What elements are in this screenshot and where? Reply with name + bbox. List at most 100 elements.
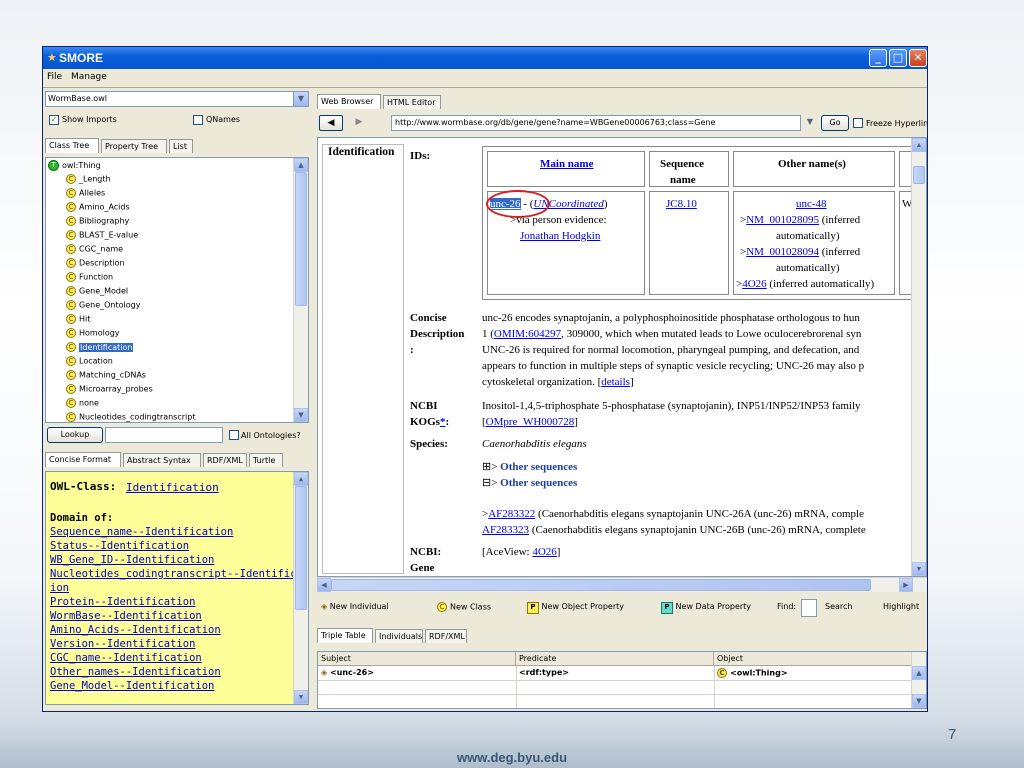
genbank-link[interactable]: AF283322 (488, 508, 535, 520)
tab-html-editor[interactable]: HTML Editor (383, 95, 441, 109)
omim-link[interactable]: OMIM:604297 (494, 328, 561, 340)
collapse-icon[interactable]: ⊟> (482, 477, 500, 489)
tree-item[interactable]: C Nucleotides_codingtranscript (66, 412, 195, 422)
other-sequences-toggle[interactable]: ⊞> Other sequences (482, 460, 577, 473)
all-ontologies-checkbox[interactable] (229, 430, 239, 440)
other-name-link[interactable]: NM_001028094 (746, 246, 819, 258)
table-row[interactable]: ◈ <unc-26> (321, 668, 374, 677)
domain-link[interactable]: Protein--Identification (50, 596, 195, 608)
minimize-button[interactable]: _ (869, 49, 887, 67)
find-input[interactable] (801, 599, 817, 617)
tab-abstract-syntax[interactable]: Abstract Syntax (123, 453, 201, 467)
go-button[interactable]: Go (821, 115, 849, 131)
domain-link[interactable]: Gene_Model--Identification (50, 680, 214, 692)
tree-scrollbar[interactable]: ▲ ▼ (293, 158, 308, 422)
tree-item[interactable]: C Description (66, 258, 125, 272)
domain-link[interactable]: Other_names--Identification (50, 666, 221, 678)
ontology-select[interactable]: WormBase.owl ▼ (45, 91, 309, 107)
other-name-link[interactable]: NM_001028095 (746, 214, 819, 226)
chevron-down-icon[interactable]: ▼ (293, 92, 308, 106)
tab-rdf-xml[interactable]: RDF/XML (203, 453, 247, 467)
tree-item[interactable]: C Function (66, 272, 113, 286)
new-individual-button[interactable]: ◈ New Individual (321, 602, 389, 611)
predicate-cell[interactable]: <rdf:type> (519, 668, 569, 677)
person-link[interactable]: Jonathan Hodgkin (520, 230, 600, 242)
tree-item[interactable]: C Gene_Model (66, 286, 128, 300)
scroll-down-icon[interactable]: ▼ (294, 690, 308, 704)
domain-link[interactable]: WB_Gene_ID--Identification (50, 554, 214, 566)
object-header[interactable]: Object (714, 652, 914, 666)
scroll-up-icon[interactable]: ▲ (912, 666, 926, 680)
triple-scrollbar[interactable]: ▲ ▼ (911, 652, 926, 708)
chevron-down-icon[interactable]: ▼ (803, 115, 817, 129)
domain-link[interactable]: Status--Identification (50, 540, 189, 552)
tab-individuals[interactable]: Individuals (375, 629, 423, 643)
web-horizontal-scrollbar[interactable]: ◀ ▶ (317, 577, 927, 592)
domain-link[interactable]: Version--Identification (50, 638, 195, 650)
back-button[interactable]: ◀ (319, 115, 343, 131)
scroll-thumb[interactable] (913, 166, 925, 184)
forward-button[interactable]: ▶ (347, 115, 371, 131)
other-name-link[interactable]: unc-48 (796, 198, 827, 210)
lookup-button[interactable]: Lookup (47, 427, 103, 443)
tree-item[interactable]: C Alleles (66, 188, 105, 202)
aceview-link[interactable]: 4O26 (532, 546, 556, 558)
tree-item[interactable]: C Location (66, 356, 113, 370)
web-scrollbar[interactable]: ▲ ▼ (911, 138, 926, 576)
sequence-link[interactable]: JC8.10 (666, 198, 697, 210)
url-input[interactable]: http://www.wormbase.org/db/gene/gene?nam… (391, 115, 801, 131)
tab-property-tree[interactable]: Property Tree (101, 139, 167, 153)
tree-item[interactable]: C Bibliography (66, 216, 129, 230)
new-object-property-button[interactable]: P New Object Property (527, 602, 624, 614)
domain-link[interactable]: Amino_Acids--Identification (50, 624, 221, 636)
search-button[interactable]: Search (825, 602, 852, 611)
show-imports-checkbox[interactable]: ✓ (49, 115, 59, 125)
lookup-input[interactable] (105, 427, 223, 443)
menu-manage[interactable]: Manage (71, 72, 107, 82)
scroll-down-icon[interactable]: ▼ (912, 694, 926, 708)
tree-item-selected[interactable]: C Identification (66, 342, 134, 356)
scroll-up-icon[interactable]: ▲ (294, 472, 308, 486)
domain-link[interactable]: CGC_name--Identification (50, 652, 202, 664)
scroll-down-icon[interactable]: ▼ (912, 562, 926, 576)
domain-link[interactable]: WormBase--Identification (50, 610, 202, 622)
owl-class-link[interactable]: Identification (126, 481, 219, 494)
scroll-left-icon[interactable]: ◀ (317, 578, 331, 592)
other-sequences-toggle[interactable]: ⊟> Other sequences (482, 476, 577, 489)
menu-file[interactable]: File (47, 72, 62, 82)
scroll-right-icon[interactable]: ▶ (899, 578, 913, 592)
concise-scrollbar[interactable]: ▲ ▼ (293, 472, 308, 704)
new-class-button[interactable]: C New Class (437, 602, 491, 612)
tree-item[interactable]: C BLAST_E-value (66, 230, 138, 244)
tab-concise-format[interactable]: Concise Format (45, 452, 121, 467)
tree-item[interactable]: C CGC_name (66, 244, 123, 258)
scroll-up-icon[interactable]: ▲ (912, 138, 926, 152)
scroll-down-icon[interactable]: ▼ (294, 408, 308, 422)
new-data-property-button[interactable]: P New Data Property (661, 602, 751, 614)
url-dropdown[interactable]: ▼ (803, 115, 817, 131)
subject-header[interactable]: Subject (318, 652, 516, 666)
domain-link[interactable]: Nucleotides_codingtranscript--Identifica… (50, 568, 308, 580)
close-button[interactable]: ✕ (909, 49, 927, 67)
highlight-button[interactable]: Highlight (883, 602, 919, 611)
tab-web-browser[interactable]: Web Browser (317, 94, 381, 109)
tab-list[interactable]: List (169, 139, 193, 153)
expand-icon[interactable]: ⊞> (482, 461, 500, 473)
maximize-button[interactable]: □ (889, 49, 907, 67)
qnames-checkbox[interactable] (193, 115, 203, 125)
domain-link[interactable]: ion (50, 582, 69, 594)
freeze-hyperlinks-checkbox[interactable] (853, 118, 863, 128)
genbank-link[interactable]: AF283323 (482, 524, 529, 536)
domain-link[interactable]: Sequence_name--Identification (50, 526, 233, 538)
tree-item[interactable]: C _Length (66, 174, 111, 188)
tree-item[interactable]: C Matching_cDNAs (66, 370, 146, 384)
tab-rdf-xml-bottom[interactable]: RDF/XML (425, 629, 467, 643)
tree-item[interactable]: C Microarray_probes (66, 384, 153, 398)
scroll-up-icon[interactable]: ▲ (294, 158, 308, 172)
other-name-link[interactable]: 4O26 (742, 278, 766, 290)
tree-item[interactable]: C Gene_Ontology (66, 300, 140, 314)
tab-class-tree[interactable]: Class Tree (45, 138, 99, 153)
tree-item[interactable]: Cnone (66, 398, 99, 412)
tree-item[interactable]: C Homology (66, 328, 120, 342)
predicate-header[interactable]: Predicate (516, 652, 714, 666)
